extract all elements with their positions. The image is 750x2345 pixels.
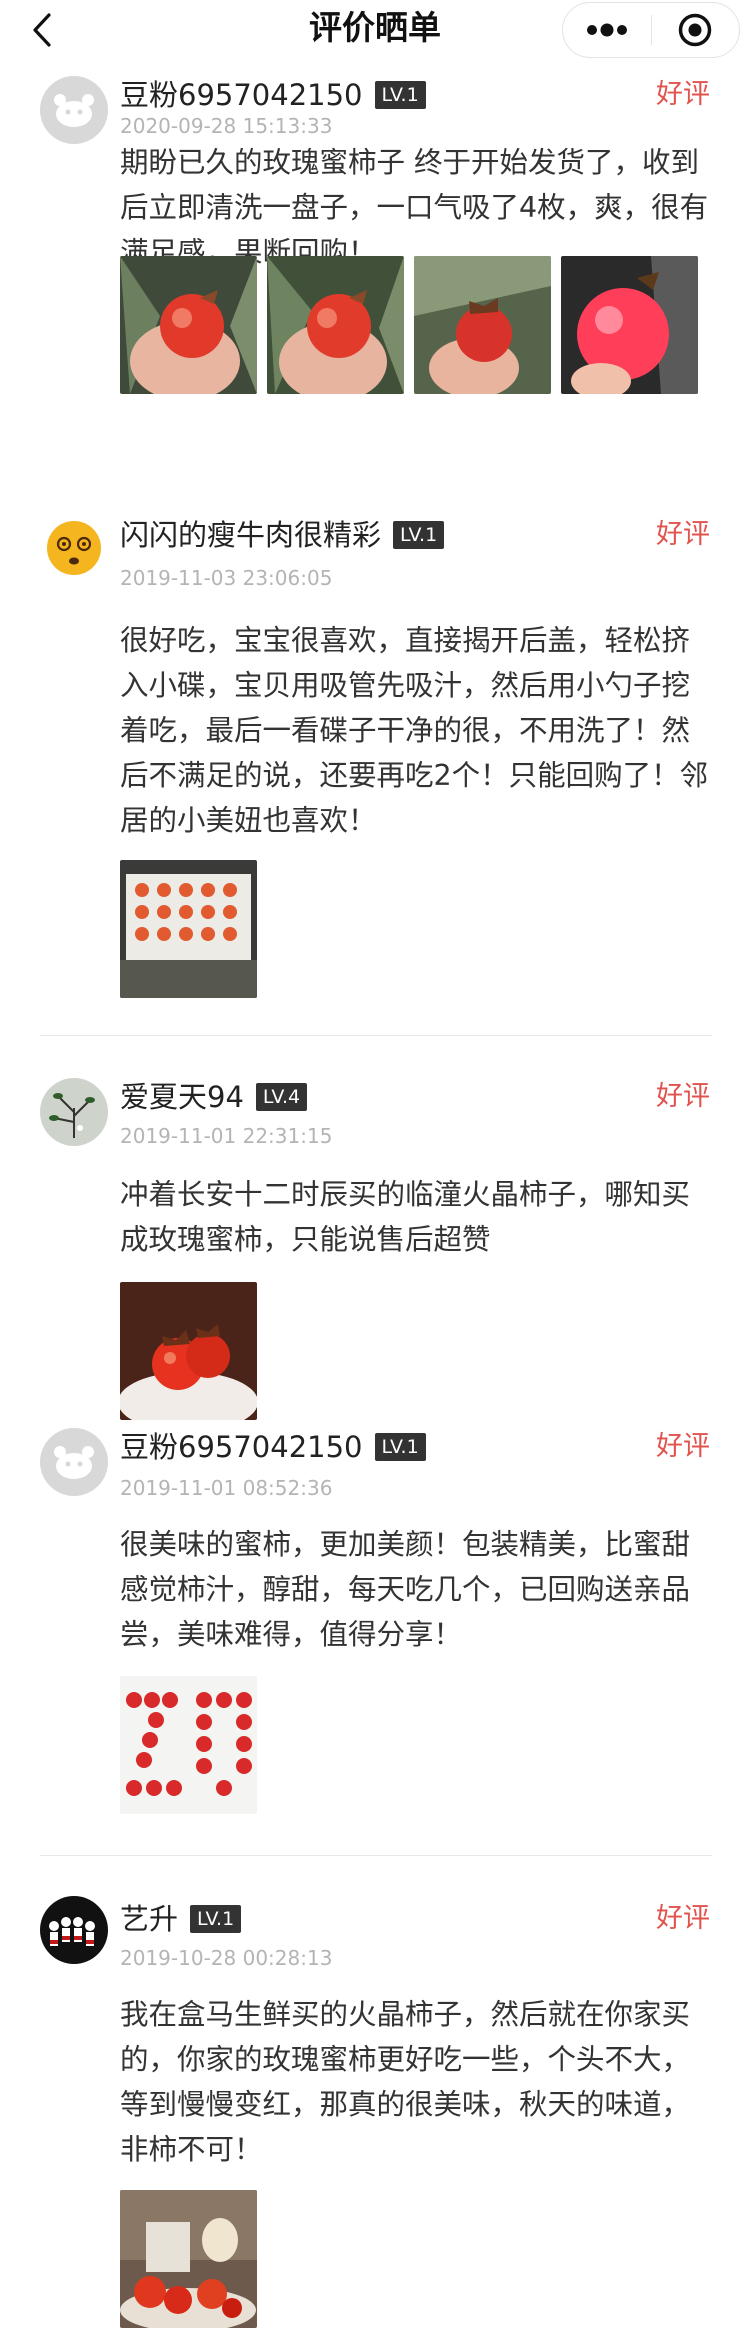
- review-photo[interactable]: [120, 860, 257, 998]
- divider: [40, 1855, 712, 1856]
- review-time: 2019-11-01 22:31:15: [120, 1124, 333, 1148]
- rating-label: 好评: [656, 1081, 710, 1112]
- more-button[interactable]: [563, 3, 651, 57]
- review-text: 很美味的蜜柿，更加美颜！包装精美，比蜜甜感觉柿汁，醇甜，每天吃几个，已回购送亲品…: [120, 1528, 691, 1651]
- level-badge: LV.1: [190, 1905, 242, 1933]
- review-text: 期盼已久的玫瑰蜜柿子 终于开始发货了，收到后立即清洗一盘子，一口气吸了4枚，爽，…: [120, 146, 709, 269]
- rating-label: 好评: [656, 79, 710, 110]
- rating-label: 好评: [656, 1903, 710, 1934]
- default-avatar-icon: [40, 76, 108, 144]
- default-avatar-icon: [40, 1428, 108, 1496]
- group-photo-avatar-icon: [40, 1896, 108, 1964]
- review-photo[interactable]: [120, 1676, 257, 1814]
- avatar[interactable]: [40, 1428, 108, 1496]
- review-photo[interactable]: [267, 256, 404, 394]
- avatar[interactable]: [40, 1896, 108, 1964]
- review-time: 2019-11-03 23:06:05: [120, 566, 333, 590]
- review-photo[interactable]: [120, 256, 257, 394]
- reviewer-info: 爱夏天94 LV.4: [120, 1078, 308, 1116]
- review-photos: [120, 1282, 257, 1420]
- target-circle-icon: [679, 13, 712, 47]
- avatar[interactable]: [40, 514, 108, 582]
- more-dots-icon: [586, 23, 627, 37]
- review-time: 2019-10-28 00:28:13: [120, 1946, 333, 1970]
- review-photo[interactable]: [120, 1282, 257, 1420]
- reviewer-info: 豆粉6957042150 LV.1: [120, 76, 426, 114]
- review-photos: [120, 256, 698, 394]
- mini-program-capsule: [562, 2, 740, 58]
- level-badge: LV.1: [374, 81, 426, 109]
- review-photos: [120, 2190, 257, 2328]
- reviewer-info: 闪闪的瘦牛肉很精彩 LV.1: [120, 516, 445, 554]
- review-photos: [120, 860, 257, 998]
- close-button[interactable]: [652, 3, 740, 57]
- reviewer-name: 豆粉6957042150: [120, 1430, 363, 1464]
- reviewer-name: 豆粉6957042150: [120, 78, 363, 112]
- level-badge: LV.4: [255, 1083, 308, 1111]
- review-text: 冲着长安十二时辰买的临潼火晶柿子，哪知买成玫瑰蜜柿，只能说售后超赞: [120, 1178, 691, 1256]
- review-photo[interactable]: [120, 2190, 257, 2328]
- level-badge: LV.1: [393, 521, 445, 549]
- review-time: 2020-09-28 15:13:33: [120, 114, 333, 138]
- avatar[interactable]: [40, 76, 108, 144]
- rating-label: 好评: [656, 1431, 710, 1462]
- review-text: 很好吃，宝宝很喜欢，直接揭开后盖，轻松挤入小碟，宝贝用吸管先吸汁，然后用小勺子挖…: [120, 624, 709, 837]
- review-time: 2019-11-01 08:52:36: [120, 1476, 333, 1500]
- rating-label: 好评: [656, 519, 710, 550]
- reviewer-name: 艺升: [120, 1902, 179, 1936]
- level-badge: LV.1: [374, 1433, 426, 1461]
- nav-bar: 评价晒单: [0, 0, 750, 62]
- reviewer-name: 闪闪的瘦牛肉很精彩: [120, 518, 382, 552]
- avatar[interactable]: [40, 1078, 108, 1146]
- plant-photo-avatar-icon: [40, 1078, 108, 1146]
- review-photo[interactable]: [414, 256, 551, 394]
- reviewer-info: 豆粉6957042150 LV.1: [120, 1428, 426, 1466]
- review-text: 我在盒马生鲜买的火晶柿子，然后就在你家买的，你家的玫瑰蜜柿更好吃一些，个头不大，…: [120, 1998, 691, 2166]
- reviewer-info: 艺升 LV.1: [120, 1900, 242, 1938]
- review-photo[interactable]: [561, 256, 698, 394]
- divider: [40, 1035, 712, 1036]
- reviewer-name: 爱夏天94: [120, 1080, 244, 1114]
- dizzy-face-avatar-icon: [40, 514, 108, 582]
- review-photos: [120, 1676, 257, 1814]
